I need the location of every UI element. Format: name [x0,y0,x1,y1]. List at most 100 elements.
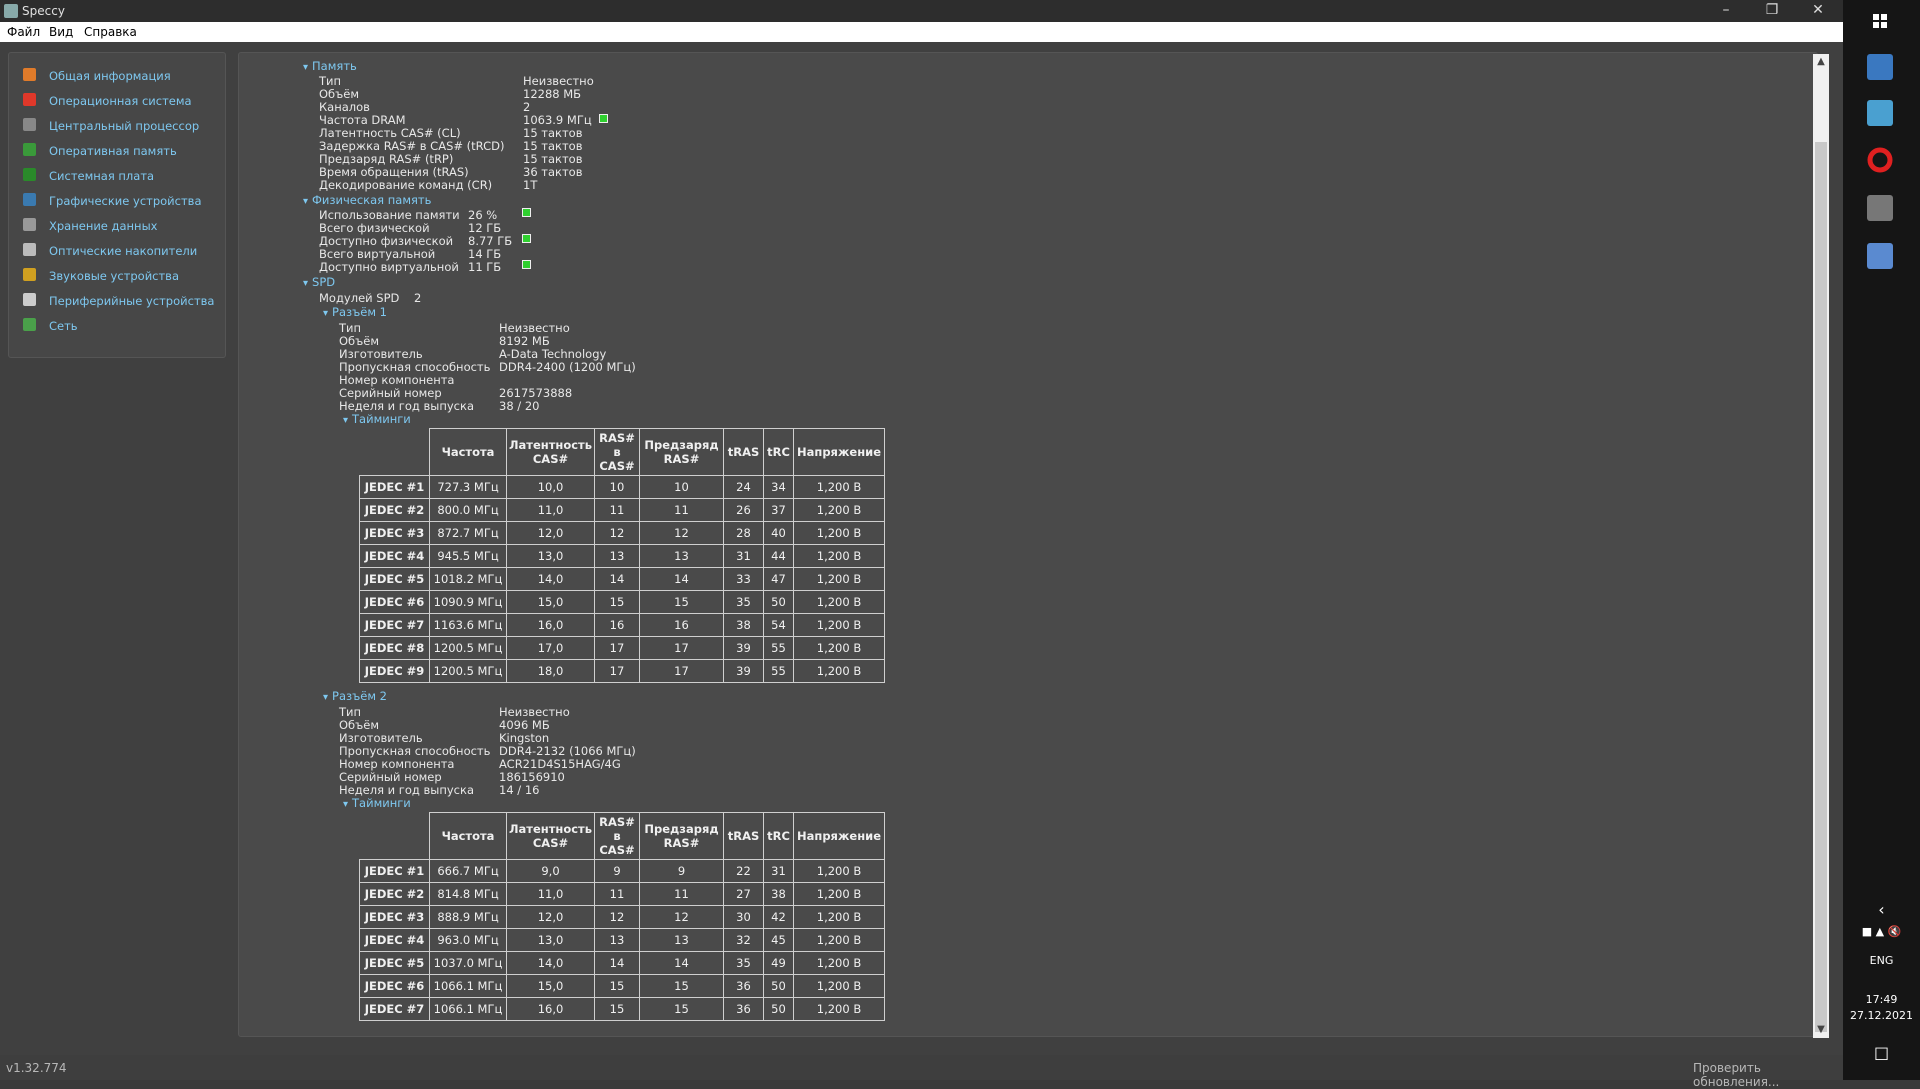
sidebar-item[interactable]: Графические устройства [23,190,223,210]
property-label: Доступно виртуальной [319,260,459,274]
sidebar-item-label: Центральный процессор [49,119,200,133]
property-label: Пропускная способность [339,360,491,374]
sidebar-item[interactable]: Центральный процессор [23,115,223,135]
property-value: 1063.9 МГц [523,113,592,127]
table-cell: 42 [763,905,794,929]
property-value: 15 тактов [523,139,583,153]
timings-toggle[interactable]: Тайминги [343,412,411,426]
system-tray-icons[interactable]: ■ ▲ 🔇 [1843,925,1920,938]
property-value: 14 ГБ [468,247,502,261]
table-cell: 1,200 В [793,613,885,637]
menu-file[interactable]: Файл [7,25,40,39]
table-cell: 11 [639,498,724,522]
menu-view[interactable]: Вид [49,25,73,39]
column-header: tRAS [723,428,764,476]
property-value: 26 % [468,208,498,222]
scroll-down-icon[interactable]: ▼ [1813,1022,1829,1038]
table-cell: 36 [723,997,764,1021]
sidebar-item[interactable]: Оперативная память [23,140,223,160]
windows-start-icon[interactable] [1867,8,1893,34]
chevron-left-icon[interactable]: ‹ [1843,900,1920,919]
table-cell: 55 [763,636,794,660]
table-cell: 17,0 [506,636,595,660]
scroll-up-icon[interactable]: ▲ [1813,54,1829,70]
memory-section-toggle[interactable]: Память [303,59,357,73]
table-cell: 1090.9 МГц [429,590,507,614]
row-header: JEDEC #7 [359,997,430,1021]
table-row: JEDEC #2 800.0 МГц 11,0 11 11 26 37 1,200 В [359,498,885,522]
table-cell: 15 [639,974,724,998]
table-row: JEDEC #4 945.5 МГц 13,0 13 13 31 44 1,200 В [359,544,885,568]
table-cell: 32 [723,928,764,952]
check-updates-link[interactable]: Проверить обновления... [1693,1061,1843,1089]
property-label: Серийный номер [339,770,442,784]
vertical-scrollbar[interactable]: ▲ ▼ [1813,54,1829,1038]
sidebar-item[interactable]: Звуковые устройства [23,265,223,285]
menu-help[interactable]: Справка [84,25,137,39]
property-value: 12 ГБ [468,221,502,235]
sidebar-item[interactable]: Хранение данных [23,215,223,235]
column-header: Латентность CAS# [506,428,595,476]
table-cell: 1,200 В [793,544,885,568]
table-cell: 17 [594,636,640,660]
property-value: A-Data Technology [499,347,607,361]
sidebar-item[interactable]: Общая информация [23,65,223,85]
sidebar-item[interactable]: Операционная система [23,90,223,110]
language-indicator[interactable]: ENG [1843,954,1920,967]
sidebar-item-label: Общая информация [49,69,171,83]
property-value: 186156910 [499,770,565,784]
table-cell: 14 [639,567,724,591]
table-cell: 14 [594,567,640,591]
timings-corner [359,428,430,476]
table-cell: 1,200 В [793,521,885,545]
property-label: Неделя и год выпуска [339,783,474,797]
sidebar-item-label: Системная плата [49,169,155,183]
close-button[interactable]: ✕ [1795,0,1841,22]
table-cell: 12 [594,905,640,929]
speccy-icon[interactable] [1867,195,1893,221]
remote-desktop-icon[interactable] [1867,243,1893,269]
opera-icon[interactable] [1867,147,1893,173]
table-cell: 727.3 МГц [429,475,507,499]
version-label: v1.32.774 [6,1061,67,1075]
column-header: Напряжение [793,428,885,476]
row-header: JEDEC #6 [359,974,430,998]
memory-usage-indicator [522,208,531,217]
restore-button[interactable]: ❐ [1749,0,1795,22]
table-row: JEDEC #8 1200.5 МГц 17,0 17 17 39 55 1,200 В [359,636,885,660]
spd-section-toggle[interactable]: SPD [303,275,335,289]
sidebar-item[interactable]: Системная плата [23,165,223,185]
clock-date[interactable]: 27.12.2021 [1843,1009,1920,1022]
table-cell: 14 [639,951,724,975]
table-cell: 38 [723,613,764,637]
table-cell: 30 [723,905,764,929]
timings-toggle[interactable]: Тайминги [343,796,411,810]
property-label: Декодирование команд (CR) [319,178,493,192]
sidebar-item[interactable]: Периферийные устройства [23,290,223,310]
table-cell: 24 [723,475,764,499]
table-cell: 16,0 [506,997,595,1021]
table-cell: 800.0 МГц [429,498,507,522]
slot-2-toggle[interactable]: Разъём 2 [323,689,387,703]
column-header: tRC [763,812,794,860]
table-cell: 15,0 [506,590,595,614]
table-row: JEDEC #4 963.0 МГц 13,0 13 13 32 45 1,200 В [359,928,885,952]
sidebar-item[interactable]: Сеть [23,315,223,335]
slot-1-toggle[interactable]: Разъём 1 [323,305,387,319]
table-cell: 11 [594,498,640,522]
table-row: JEDEC #9 1200.5 МГц 18,0 17 17 39 55 1,200 В [359,659,885,683]
notifications-icon[interactable]: □ [1843,1043,1920,1062]
clock-time[interactable]: 17:49 [1843,993,1920,1006]
table-cell: 888.9 МГц [429,905,507,929]
table-cell: 1163.6 МГц [429,613,507,637]
table-cell: 14 [594,951,640,975]
app-icon[interactable] [1867,100,1893,126]
physical-memory-section-toggle[interactable]: Физическая память [303,193,431,207]
row-header: JEDEC #5 [359,567,430,591]
minimize-button[interactable]: – [1703,0,1749,22]
table-cell: 12 [639,905,724,929]
calculator-icon[interactable] [1867,54,1893,80]
scroll-thumb[interactable] [1815,142,1827,1032]
sidebar-item[interactable]: Оптические накопители [23,240,223,260]
property-value: 2 [414,291,422,305]
